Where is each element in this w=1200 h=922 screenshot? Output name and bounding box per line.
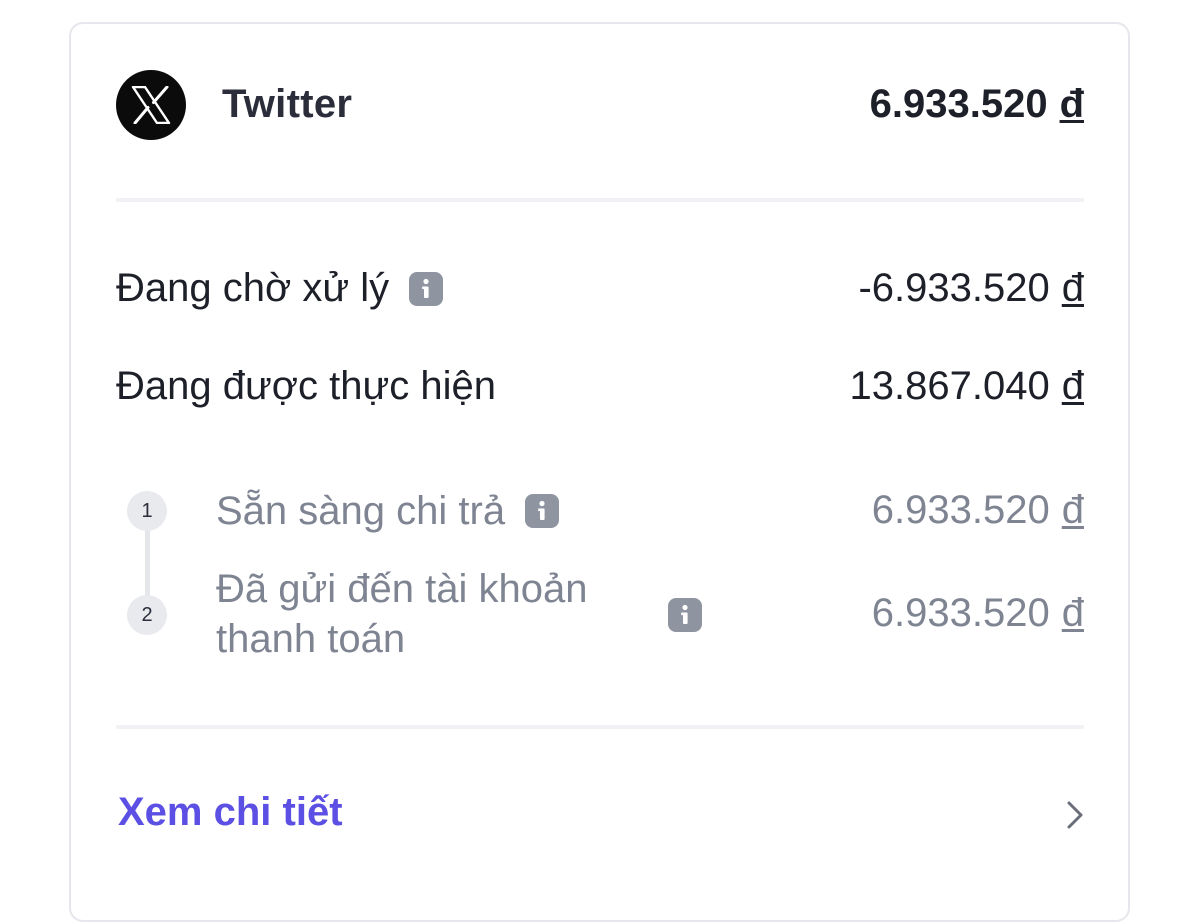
- ready-to-pay-label-text: Sẵn sàng chi trả: [216, 489, 506, 533]
- sent-to-account-line1: Đã gửi đến tài khoản: [216, 567, 588, 611]
- currency-symbol: đ: [1061, 488, 1084, 532]
- info-icon[interactable]: [668, 598, 702, 632]
- pending-label: Đang chờ xử lý: [116, 266, 444, 311]
- in-progress-label-text: Đang được thực hiện: [116, 364, 496, 408]
- pending-amount: -6.933.520 đ: [858, 266, 1084, 311]
- divider: [116, 198, 1084, 202]
- ready-to-pay-amount: 6.933.520 đ: [872, 488, 1084, 533]
- amount-value: 6.933.520: [871, 488, 1050, 532]
- currency-symbol: đ: [1061, 364, 1084, 408]
- currency-symbol: đ: [1059, 82, 1084, 126]
- amount-value: 6.933.520: [869, 82, 1048, 126]
- currency-symbol: đ: [1061, 591, 1084, 635]
- divider: [116, 725, 1084, 729]
- in-progress-amount: 13.867.040 đ: [850, 364, 1084, 409]
- info-icon[interactable]: [409, 271, 444, 306]
- amount-value: 13.867.040: [849, 364, 1050, 408]
- merchant-header: Twitter 6.933.520 đ: [116, 70, 1084, 140]
- merchant-name: Twitter: [222, 82, 353, 126]
- amount-value: 6.933.520: [871, 591, 1050, 635]
- x-logo-icon: [116, 70, 186, 140]
- sent-to-account-label: Đã gửi đến tài khoản thanh toán: [216, 564, 587, 664]
- sent-to-account-amount: 6.933.520 đ: [872, 591, 1084, 636]
- payout-card: [69, 22, 1130, 922]
- chevron-right-icon[interactable]: [1062, 800, 1086, 830]
- ready-to-pay-label: Sẵn sàng chi trả: [216, 486, 560, 536]
- currency-symbol: đ: [1061, 266, 1084, 310]
- view-details-link[interactable]: Xem chi tiết: [118, 790, 343, 835]
- pending-label-text: Đang chờ xử lý: [116, 266, 390, 310]
- amount-value: -6.933.520: [858, 266, 1050, 310]
- sent-to-account-line2: thanh toán: [216, 617, 406, 661]
- merchant-total-amount: 6.933.520 đ: [870, 82, 1084, 127]
- step-connector: [145, 530, 150, 596]
- step-number-badge: 2: [127, 595, 167, 635]
- step-number-badge: 1: [127, 491, 167, 531]
- in-progress-label: Đang được thực hiện: [116, 364, 496, 409]
- info-icon[interactable]: [525, 494, 560, 528]
